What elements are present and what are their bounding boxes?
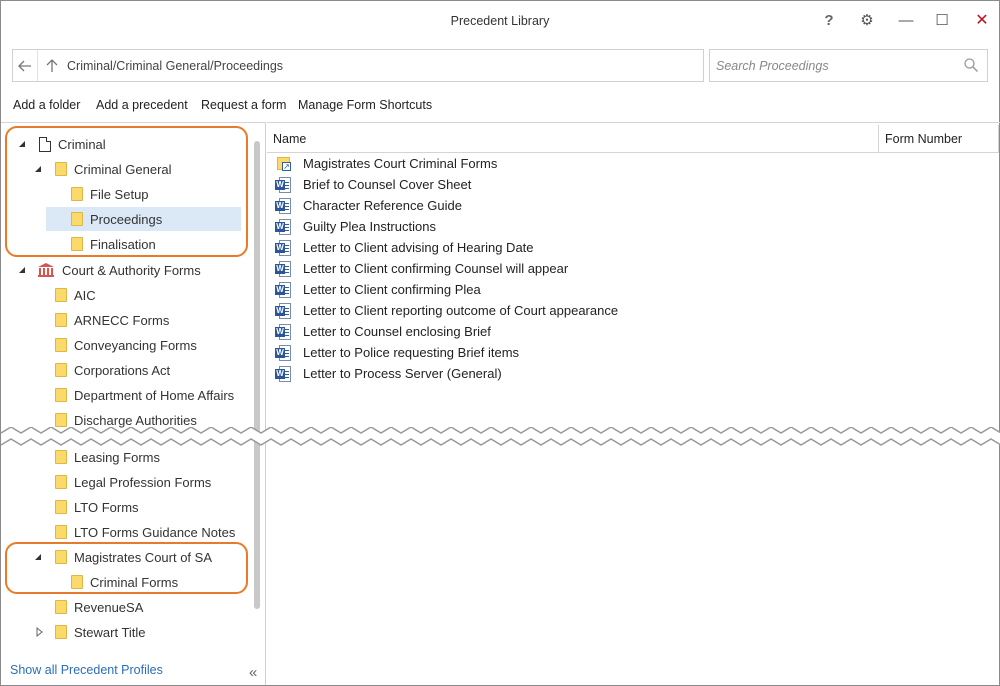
gear-icon[interactable]: ⚙ xyxy=(853,7,881,33)
folder-icon xyxy=(55,450,67,464)
screenshot-break-divider xyxy=(1,427,1000,446)
list-item[interactable]: W Letter to Police requesting Brief item… xyxy=(275,342,519,363)
tree-item-label: LTO Forms Guidance Notes xyxy=(74,524,236,540)
tree-item-court-authority-forms[interactable]: Court & Authority Forms xyxy=(17,258,201,282)
request-form-button[interactable]: Request a form xyxy=(201,98,286,112)
list-item[interactable]: W Guilty Plea Instructions xyxy=(275,216,436,237)
tree-item-stewart-title[interactable]: Stewart Title xyxy=(35,620,146,644)
word-document-icon: W xyxy=(275,218,291,235)
tree-item-label: Court & Authority Forms xyxy=(62,262,201,278)
collapse-panel-icon[interactable]: « xyxy=(249,664,258,681)
folder-icon xyxy=(55,363,67,377)
tree-item-label: LTO Forms xyxy=(74,499,139,515)
action-menu: Add a folder Add a precedent Request a f… xyxy=(1,93,999,117)
word-document-icon: W xyxy=(275,197,291,214)
word-document-icon: W xyxy=(275,344,291,361)
tree-item-lto-guidance-notes[interactable]: LTO Forms Guidance Notes xyxy=(55,520,235,544)
word-document-icon: W xyxy=(275,281,291,298)
tree-item-conveyancing-forms[interactable]: Conveyancing Forms xyxy=(55,333,197,357)
list-item[interactable]: W Letter to Counsel enclosing Brief xyxy=(275,321,491,342)
tree-item-label: Discharge Authorities xyxy=(74,412,197,428)
tree-item-label: Legal Profession Forms xyxy=(74,474,212,490)
tree-item-label: Conveyancing Forms xyxy=(74,337,197,353)
tree-item-home-affairs[interactable]: Department of Home Affairs xyxy=(55,383,234,407)
tree-item-label: RevenueSA xyxy=(74,599,144,615)
tree-item-label: Stewart Title xyxy=(74,624,146,640)
help-icon[interactable]: ? xyxy=(815,7,843,33)
close-button[interactable]: ✕ xyxy=(968,7,996,33)
precedent-list: Name Form Number ↗ Magistrates Court Cri… xyxy=(267,122,1000,685)
add-precedent-button[interactable]: Add a precedent xyxy=(96,98,188,112)
up-button[interactable] xyxy=(41,50,63,81)
tree-item-revenuesa[interactable]: RevenueSA xyxy=(55,595,143,619)
word-document-icon: W xyxy=(275,365,291,382)
back-arrow-icon xyxy=(18,60,31,71)
folder-tree: Criminal Criminal General File Setup Pro… xyxy=(1,122,266,685)
tree-item-label: ARNECC Forms xyxy=(74,312,170,328)
manage-form-shortcuts-button[interactable]: Manage Form Shortcuts xyxy=(298,98,432,112)
word-document-icon: W xyxy=(275,302,291,319)
word-document-icon: W xyxy=(275,239,291,256)
breadcrumb-path[interactable]: Criminal/Criminal General/Proceedings xyxy=(67,59,283,73)
list-item[interactable]: W Character Reference Guide xyxy=(275,195,462,216)
folder-icon xyxy=(55,600,67,614)
minimize-button[interactable]: — xyxy=(892,7,920,33)
folder-icon xyxy=(55,475,67,489)
expand-arrow-icon[interactable] xyxy=(35,627,45,637)
column-header-form-number[interactable]: Form Number xyxy=(879,125,999,153)
word-document-icon: W xyxy=(275,260,291,277)
criminal-highlight-outline xyxy=(5,126,248,257)
title-bar: Precedent Library ? ⚙ — ☐ ✕ xyxy=(1,1,999,41)
folder-icon xyxy=(55,288,67,302)
word-document-icon: W xyxy=(275,323,291,340)
tree-scrollbar[interactable] xyxy=(254,141,260,609)
precedent-library-window: Precedent Library ? ⚙ — ☐ ✕ Criminal/Cri… xyxy=(0,0,1000,686)
tree-item-label: Leasing Forms xyxy=(74,449,160,465)
list-item[interactable]: W Letter to Client confirming Plea xyxy=(275,279,481,300)
list-item-folder-shortcut[interactable]: ↗ Magistrates Court Criminal Forms xyxy=(275,153,497,174)
search-box[interactable] xyxy=(709,49,988,82)
folder-icon xyxy=(55,413,67,427)
folder-icon xyxy=(55,625,67,639)
list-item[interactable]: W Letter to Process Server (General) xyxy=(275,363,502,384)
folder-icon xyxy=(55,525,67,539)
add-folder-button[interactable]: Add a folder xyxy=(13,98,80,112)
tree-item-label: AIC xyxy=(74,287,96,303)
tree-item-label: Department of Home Affairs xyxy=(74,387,235,403)
list-item[interactable]: W Letter to Client reporting outcome of … xyxy=(275,300,618,321)
word-document-icon: W xyxy=(275,176,291,193)
collapse-arrow-icon[interactable] xyxy=(17,265,27,275)
tree-item-aic[interactable]: AIC xyxy=(55,283,96,307)
tree-item-legal-profession-forms[interactable]: Legal Profession Forms xyxy=(55,470,211,494)
tree-item-corporations-act[interactable]: Corporations Act xyxy=(55,358,170,382)
search-icon[interactable] xyxy=(963,57,979,73)
list-item[interactable]: W Letter to Client confirming Counsel wi… xyxy=(275,258,568,279)
window-title: Precedent Library xyxy=(450,14,550,28)
show-all-profiles-link[interactable]: Show all Precedent Profiles xyxy=(10,663,163,677)
list-item[interactable]: W Letter to Client advising of Hearing D… xyxy=(275,237,534,258)
tree-item-arnecc-forms[interactable]: ARNECC Forms xyxy=(55,308,169,332)
tree-item-label: Corporations Act xyxy=(74,362,171,378)
folder-shortcut-icon: ↗ xyxy=(275,156,291,171)
path-bar: Criminal/Criminal General/Proceedings xyxy=(12,49,704,82)
tree-item-lto-forms[interactable]: LTO Forms xyxy=(55,495,139,519)
folder-icon xyxy=(55,500,67,514)
folder-icon xyxy=(55,388,67,402)
back-button[interactable] xyxy=(13,50,38,81)
folder-icon xyxy=(55,313,67,327)
list-item[interactable]: W Brief to Counsel Cover Sheet xyxy=(275,174,471,195)
magistrates-highlight-outline xyxy=(5,542,248,594)
courthouse-icon xyxy=(38,263,54,277)
folder-icon xyxy=(55,338,67,352)
maximize-button[interactable]: ☐ xyxy=(928,7,956,33)
search-input[interactable] xyxy=(716,56,956,76)
column-header-name[interactable]: Name xyxy=(267,125,879,153)
up-arrow-icon xyxy=(46,58,58,72)
